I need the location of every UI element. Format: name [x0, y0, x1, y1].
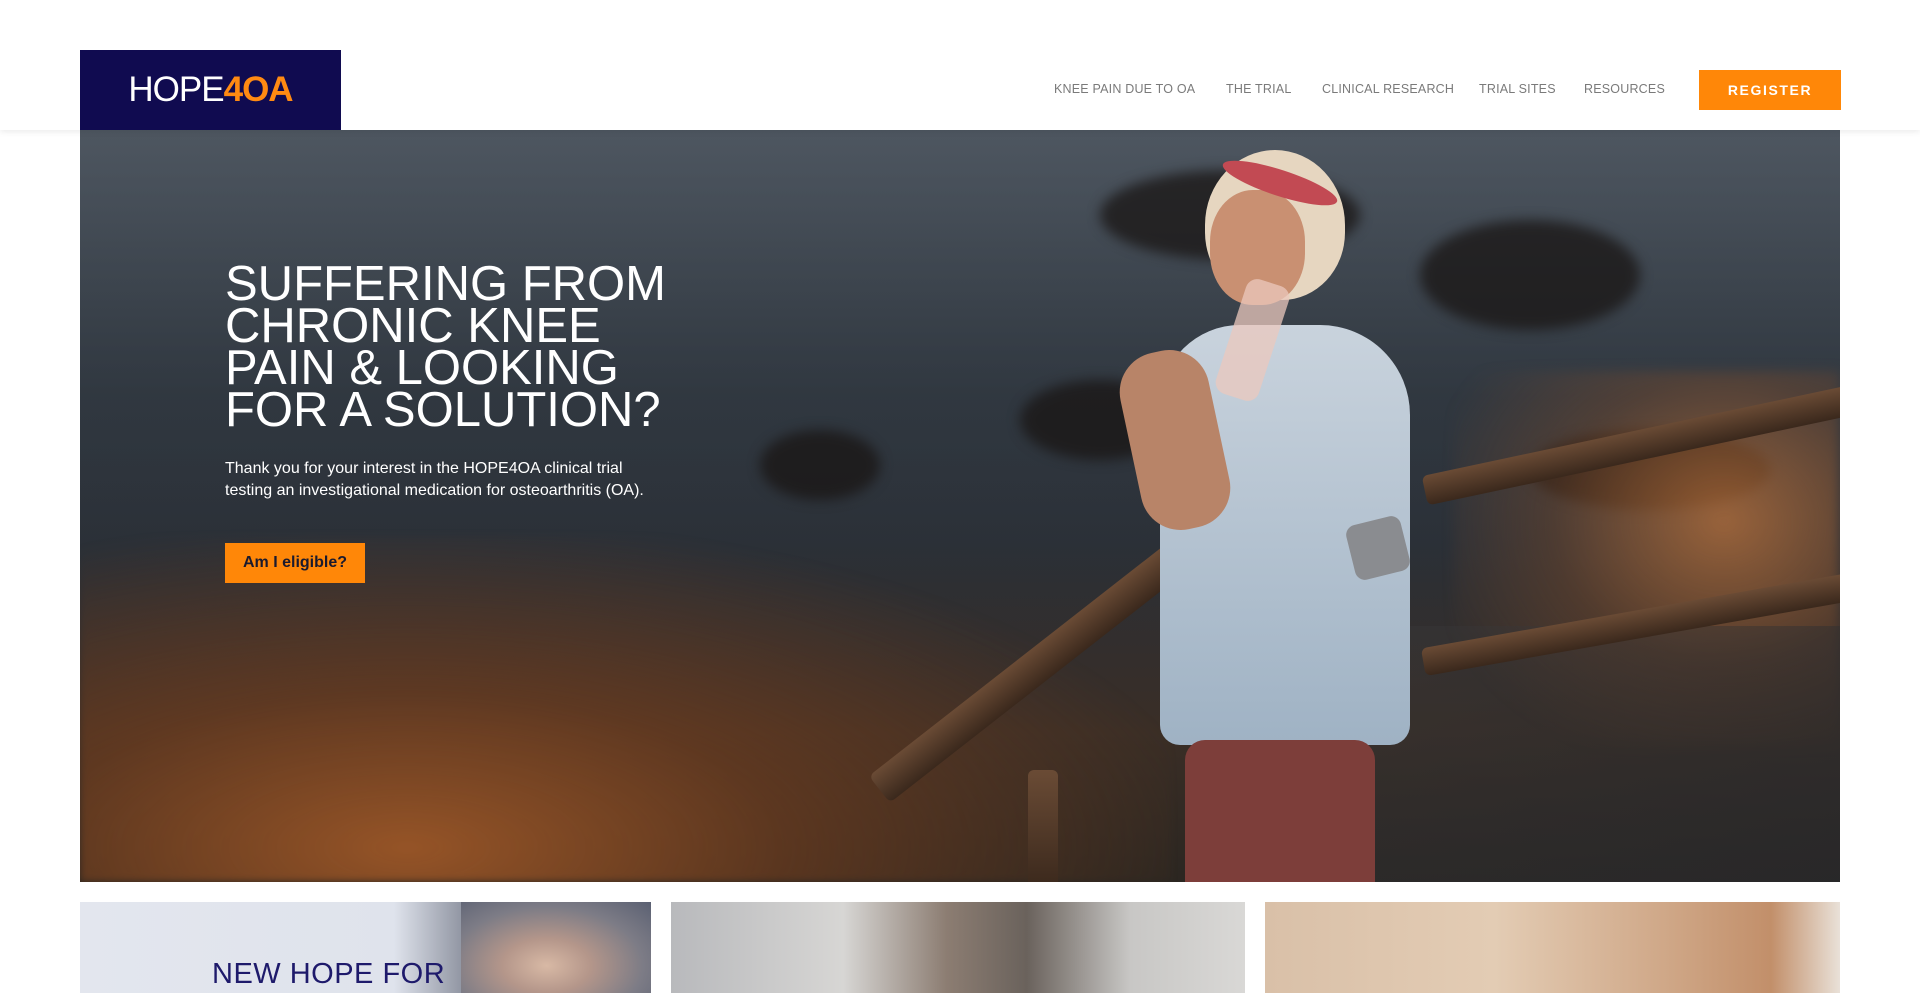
nav-item-the-trial[interactable]: THE TRIAL	[1226, 82, 1291, 96]
nav-item-knee-pain[interactable]: KNEE PAIN DUE TO OA	[1054, 82, 1195, 96]
hero-bg-post	[1028, 770, 1058, 882]
hero-bg-rock	[1420, 220, 1640, 330]
info-card-clinical[interactable]	[1265, 902, 1840, 993]
couple-photo	[461, 902, 651, 993]
hero-content: SUFFERING FROM CHRONIC KNEE PAIN & LOOKI…	[225, 260, 785, 583]
nav-item-clinical-research[interactable]: CLINICAL RESEARCH	[1322, 82, 1454, 96]
register-button[interactable]: REGISTER	[1699, 70, 1841, 110]
nav-item-trial-sites[interactable]: TRIAL SITES	[1479, 82, 1556, 96]
nav-item-resources[interactable]: RESOURCES	[1584, 82, 1665, 96]
info-card-new-hope[interactable]: NEW HOPE FOR	[80, 902, 651, 993]
am-i-eligible-button[interactable]: Am I eligible?	[225, 543, 365, 583]
hero-subtitle: Thank you for your interest in the HOPE4…	[225, 460, 644, 499]
main-nav: KNEE PAIN DUE TO OA THE TRIAL CLINICAL R…	[0, 82, 1920, 98]
woman-leggings	[1185, 740, 1375, 882]
site-header: HOPE4OA KNEE PAIN DUE TO OA THE TRIAL CL…	[0, 0, 1920, 130]
hero-title: SUFFERING FROM CHRONIC KNEE PAIN & LOOKI…	[225, 260, 785, 437]
info-card-knee[interactable]	[671, 902, 1245, 993]
hero-banner: SUFFERING FROM CHRONIC KNEE PAIN & LOOKI…	[80, 130, 1840, 882]
card-title: NEW HOPE FOR	[212, 958, 446, 990]
hero-title-line: FOR A SOLUTION?	[225, 383, 661, 437]
hero-woman-photo	[1112, 150, 1450, 882]
